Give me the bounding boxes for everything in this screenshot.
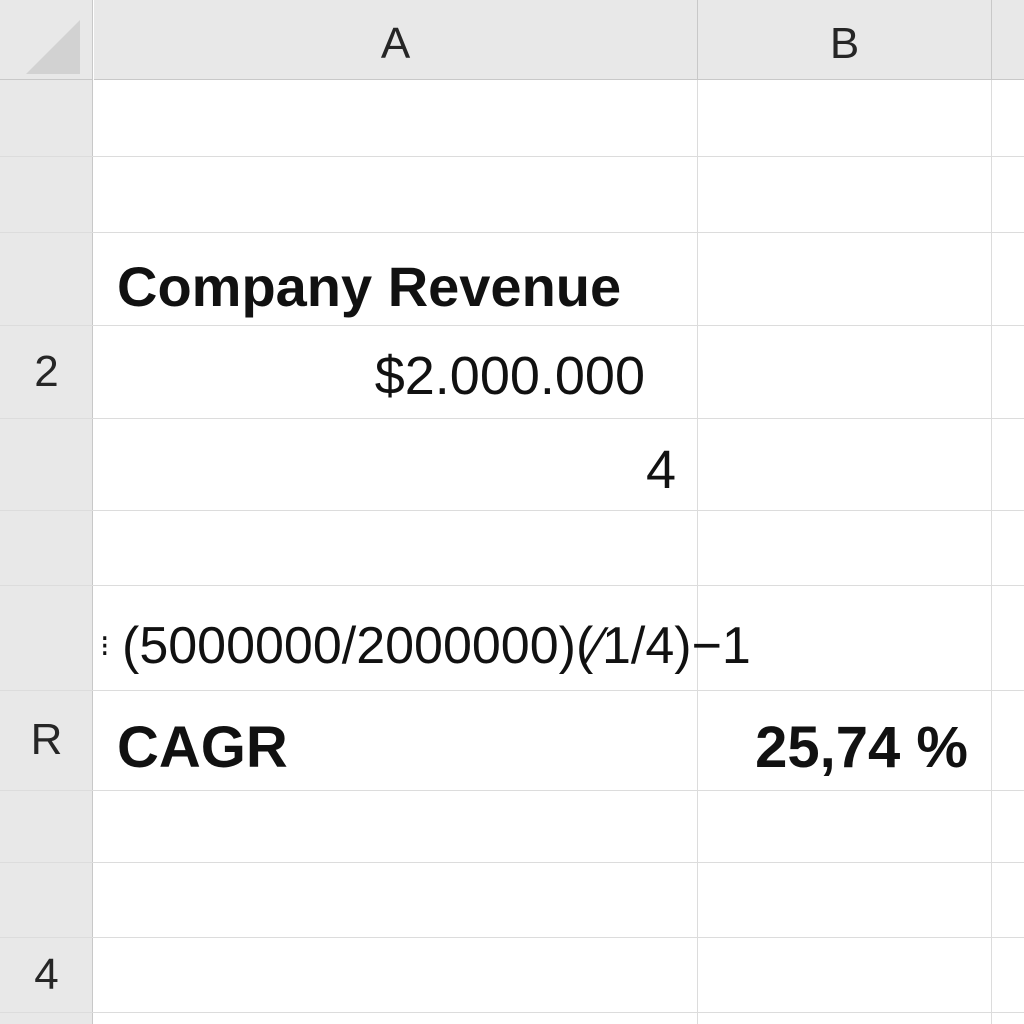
row-header-r-label: R xyxy=(30,715,63,764)
row-divider xyxy=(0,937,1024,938)
row-header-2-label: 2 xyxy=(34,346,59,396)
years-value: 4 xyxy=(645,440,676,500)
formula-marker-text: ⁝ xyxy=(100,629,110,663)
row-header-4-label: 4 xyxy=(34,949,59,999)
column-header-c[interactable] xyxy=(992,0,1024,80)
select-all-button[interactable] xyxy=(0,0,93,80)
column-header-b-label: B xyxy=(829,18,860,68)
row-header-4[interactable]: 4 xyxy=(0,937,93,1012)
select-all-triangle-icon xyxy=(26,20,80,74)
row-divider xyxy=(0,156,1024,157)
row-divider xyxy=(0,585,1024,586)
column-divider xyxy=(697,80,698,1024)
start-revenue-value: $2.000.000 xyxy=(374,346,645,406)
column-divider xyxy=(991,80,992,1024)
cell-cagr-label[interactable]: CAGR xyxy=(117,697,288,797)
row-divider xyxy=(0,232,1024,233)
spreadsheet-grid: A B 2 R 4 Company Revenue $2.000.000 4 ⁝… xyxy=(0,0,1024,1024)
cell-start-revenue[interactable]: $2.000.000 xyxy=(300,330,645,422)
cagr-label-text: CAGR xyxy=(117,714,288,780)
title-text: Company Revenue xyxy=(117,254,622,318)
formula-text: (5000000/2000000)(⁄1/4)−1 xyxy=(122,617,751,675)
cell-cagr-value[interactable]: 25,74 % xyxy=(700,697,968,797)
row-divider xyxy=(0,862,1024,863)
row-header-column xyxy=(0,80,93,1024)
column-header-a[interactable]: A xyxy=(94,0,698,80)
column-header-a-label: A xyxy=(380,18,411,68)
row-divider xyxy=(0,1012,1024,1013)
column-header-b[interactable]: B xyxy=(698,0,992,80)
row-header-2[interactable]: 2 xyxy=(0,325,93,418)
cagr-value-text: 25,74 % xyxy=(755,714,968,780)
cell-title[interactable]: Company Revenue xyxy=(117,240,621,332)
formula-marker: ⁝ xyxy=(100,596,110,696)
row-header-r[interactable]: R xyxy=(0,690,93,790)
cell-years[interactable]: 4 xyxy=(500,424,676,516)
cell-formula[interactable]: (5000000/2000000)(⁄1/4)−1 xyxy=(122,596,751,696)
